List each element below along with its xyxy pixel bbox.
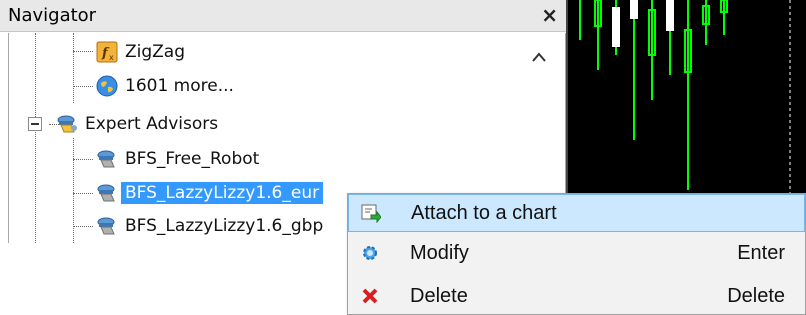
tree-item-label: 1601 more... <box>125 76 234 96</box>
tree-item-label: Expert Advisors <box>85 114 219 134</box>
close-icon[interactable]: × <box>541 3 558 27</box>
expert-advisor-icon <box>95 181 119 205</box>
delete-x-icon <box>360 286 380 306</box>
tree-item-label: BFS_LazzyLizzy1.6_eur <box>121 182 324 204</box>
context-menu: Attach to a chart Modify Enter Delete De… <box>347 193 806 315</box>
attach-chart-icon <box>361 203 381 223</box>
tree-item-bfs-free-robot[interactable]: BFS_Free_Robot <box>95 143 263 175</box>
expert-advisor-icon <box>95 214 119 238</box>
tree-item-label: BFS_Free_Robot <box>125 149 260 169</box>
menu-item-attach-to-chart[interactable]: Attach to a chart <box>348 194 805 232</box>
indicator-function-icon: fx <box>95 40 119 64</box>
menu-item-label: Modify <box>410 241 469 264</box>
gear-icon <box>360 243 380 263</box>
tree-item-expert-advisors[interactable]: Expert Advisors <box>55 108 222 140</box>
collapse-toggle[interactable] <box>28 117 42 131</box>
menu-item-label: Attach to a chart <box>411 201 557 224</box>
menu-item-shortcut: Delete <box>727 284 785 307</box>
scroll-up-icon[interactable] <box>531 47 547 68</box>
tree-item-more[interactable]: 1601 more... <box>95 70 238 102</box>
svg-text:x: x <box>109 53 114 62</box>
tree-item-bfs-lazzylizzy-eur[interactable]: BFS_LazzyLizzy1.6_eur <box>95 177 324 209</box>
tree-item-bfs-lazzylizzy-gbp[interactable]: BFS_LazzyLizzy1.6_gbp <box>95 210 327 242</box>
menu-item-label: Delete <box>410 284 468 307</box>
menu-item-modify[interactable]: Modify Enter <box>348 234 805 272</box>
expert-advisor-folder-icon <box>55 112 79 136</box>
navigator-title: Navigator <box>8 5 97 26</box>
menu-item-shortcut: Enter <box>737 241 785 264</box>
navigator-header: Navigator × <box>0 0 566 32</box>
tree-item-label: BFS_LazzyLizzy1.6_gbp <box>125 216 324 236</box>
tree-item-zigzag[interactable]: fx ZigZag <box>95 36 189 68</box>
expert-advisor-icon <box>95 147 119 171</box>
menu-item-delete[interactable]: Delete Delete <box>348 277 805 315</box>
tree-item-label: ZigZag <box>125 42 186 62</box>
globe-icon <box>95 74 119 98</box>
